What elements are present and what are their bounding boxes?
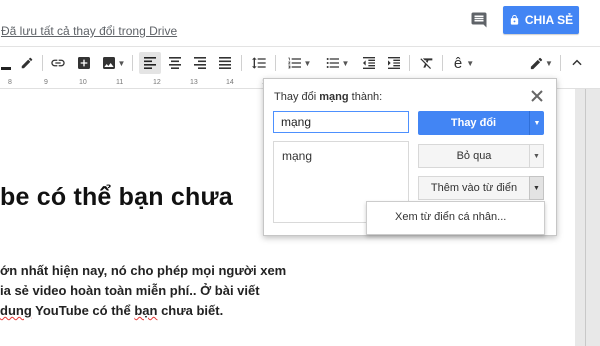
align-left-icon (144, 57, 156, 69)
save-status-link[interactable]: Đã lưu tất cả thay đổi trong Drive (1, 24, 177, 38)
insert-comment-icon (78, 57, 90, 69)
highlight-color-button[interactable] (16, 52, 38, 74)
ruler-number: 14 (226, 79, 234, 86)
increase-indent-icon (388, 57, 400, 69)
align-justify-button[interactable] (214, 52, 236, 74)
align-center-button[interactable] (164, 52, 186, 74)
title-prefix: Thay đổi (274, 91, 320, 103)
highlight-icon (21, 57, 33, 69)
share-label: CHIA SẺ (524, 13, 574, 27)
chevron-down-icon: ▼ (303, 58, 312, 68)
ruler-number: 9 (44, 79, 48, 86)
change-button[interactable]: Thay đổi (418, 111, 529, 135)
toolbar-separator (275, 55, 276, 71)
title-word: mạng (319, 91, 349, 103)
chevron-down-icon: ▼ (466, 58, 475, 68)
lock-icon (510, 14, 519, 25)
toolbar-separator (42, 55, 43, 71)
insert-image-icon (102, 57, 115, 69)
toolbar-separator (132, 55, 133, 71)
decrease-indent-button[interactable] (358, 52, 380, 74)
top-bar: Đã lưu tất cả thay đổi trong Drive CHIA … (0, 0, 600, 46)
ignore-options-button[interactable]: ▼ (529, 144, 544, 168)
ruler-number: 11 (116, 79, 124, 86)
body-line: dung YouTube có thể bạn chưa biết. (0, 303, 223, 318)
chevron-down-icon: ▼ (533, 152, 540, 160)
input-tools-button[interactable]: ê ▼ (449, 52, 479, 74)
align-right-button[interactable] (189, 52, 211, 74)
align-center-icon (169, 57, 181, 69)
misspelled-word: bạn (134, 303, 158, 318)
misspelled-word: dung (0, 303, 32, 318)
editing-mode-button[interactable]: ▼ (527, 52, 555, 74)
title-suffix: thành: (348, 91, 383, 103)
align-right-icon (194, 57, 206, 69)
formatting-toolbar: ▼ ▼ ▼ ê ▼ ▼ (0, 46, 600, 80)
replacement-input[interactable] (273, 111, 409, 133)
body-line: ia sẻ video hoàn toàn miễn phí.. Ở bài v… (0, 283, 260, 298)
text-color-button[interactable] (0, 52, 14, 74)
insert-link-button[interactable] (48, 52, 68, 74)
ruler-number: 8 (8, 79, 12, 86)
page-edge (585, 89, 586, 346)
toolbar-separator (442, 55, 443, 71)
numbered-list-button[interactable]: ▼ (282, 52, 316, 74)
bulleted-list-button[interactable]: ▼ (320, 52, 354, 74)
insert-image-button[interactable]: ▼ (98, 52, 128, 74)
line-spacing-icon (252, 57, 266, 69)
dictionary-options-button[interactable]: ▼ (529, 176, 544, 200)
insert-comment-button[interactable] (74, 52, 94, 74)
toolbar-separator (560, 55, 561, 71)
chevron-down-icon: ▼ (533, 119, 541, 127)
align-justify-icon (219, 57, 231, 69)
link-icon (51, 59, 65, 67)
body-text: YouTube có thể (31, 303, 135, 318)
collapse-icon (572, 59, 582, 66)
clear-formatting-button[interactable] (416, 52, 438, 74)
share-button[interactable]: CHIA SẺ (503, 6, 579, 34)
suggestion-item[interactable]: mạng (282, 149, 312, 163)
numbered-list-icon (287, 57, 301, 69)
chevron-down-icon: ▼ (545, 58, 553, 68)
decrease-indent-icon (363, 57, 375, 69)
body-text: chưa biết. (157, 303, 224, 318)
line-spacing-button[interactable] (248, 52, 270, 74)
ruler-number: 13 (190, 79, 198, 86)
document-heading: be có thể bạn chưa (0, 183, 233, 211)
chevron-down-icon: ▼ (117, 58, 126, 68)
increase-indent-button[interactable] (383, 52, 405, 74)
edit-mode-icon (530, 57, 543, 69)
add-to-dictionary-button[interactable]: Thêm vào từ điển (418, 176, 529, 200)
page-gutter (575, 89, 600, 346)
dialog-title: Thay đổi mạng thành: (274, 91, 382, 103)
body-line: ớn nhất hiện nay, nó cho phép mọi người … (0, 263, 287, 278)
ruler-number: 10 (79, 79, 87, 86)
text-color-icon (1, 67, 11, 70)
chevron-down-icon: ▼ (341, 58, 350, 68)
align-left-button[interactable] (139, 52, 161, 74)
input-tools-icon: ê (453, 54, 463, 72)
dictionary-menu: Xem từ điển cá nhân... (366, 201, 545, 235)
close-button[interactable] (528, 87, 546, 105)
close-icon (531, 90, 543, 102)
toolbar-separator (409, 55, 410, 71)
chevron-down-icon: ▼ (533, 184, 540, 192)
toolbar-separator (241, 55, 242, 71)
change-options-button[interactable]: ▼ (529, 111, 544, 135)
ruler-number: 12 (153, 79, 161, 86)
comment-icon (471, 12, 487, 28)
collapse-toolbar-button[interactable] (566, 52, 588, 74)
view-personal-dictionary-item[interactable]: Xem từ điển cá nhân... (395, 211, 506, 223)
ignore-button[interactable]: Bỏ qua (418, 144, 529, 168)
clear-formatting-icon (420, 58, 433, 69)
bulleted-list-icon (326, 58, 339, 68)
comments-button[interactable] (466, 8, 492, 32)
